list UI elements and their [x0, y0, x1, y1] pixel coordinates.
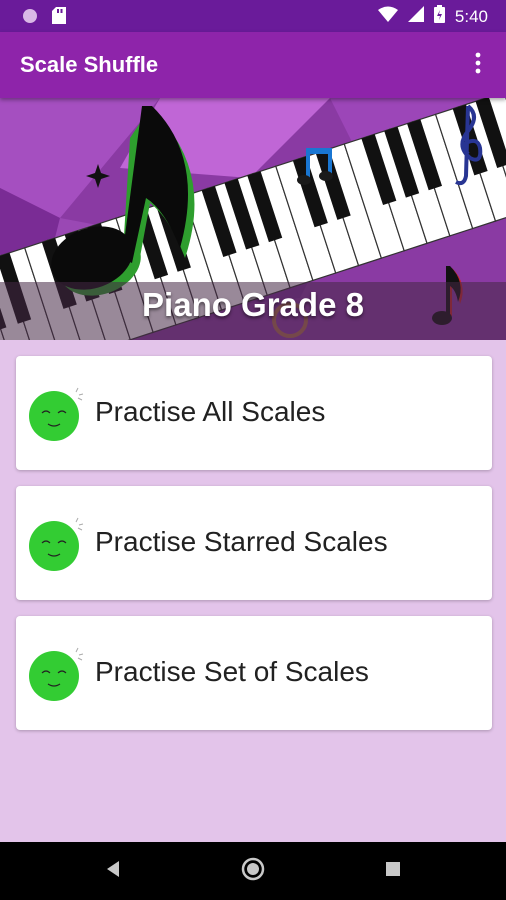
banner-title: Piano Grade 8 [142, 286, 364, 323]
back-button[interactable] [98, 856, 128, 886]
menu-item-label: Practise All Scales [95, 396, 326, 427]
overflow-menu-button[interactable] [460, 46, 496, 84]
status-bar: 5:40 [0, 0, 506, 32]
smiley-face-icon [28, 646, 84, 702]
banner-image: Piano Grade 8 [0, 98, 506, 340]
smiley-face-icon [28, 386, 84, 442]
sd-card-icon [52, 7, 66, 29]
notification-dot-icon [22, 8, 38, 29]
home-icon [241, 857, 265, 886]
menu-item-label: Practise Starred Scales [95, 526, 388, 557]
navigation-bar [0, 842, 506, 900]
status-time: 5:40 [454, 6, 488, 26]
recents-icon [385, 861, 401, 882]
more-vert-icon [475, 52, 481, 79]
app-title: Scale Shuffle [20, 52, 159, 77]
battery-icon [433, 5, 445, 28]
smiley-face-icon [28, 516, 84, 572]
wifi-icon [377, 6, 398, 27]
app-bar: Scale Shuffle [0, 32, 506, 98]
menu-item-label: Practise Set of Scales [95, 656, 369, 687]
recents-button[interactable] [378, 856, 408, 886]
home-button[interactable] [238, 856, 268, 886]
practise-starred-scales-button[interactable]: Practise Starred Scales [16, 486, 492, 600]
cell-signal-icon [407, 6, 424, 27]
back-icon [105, 860, 121, 883]
practise-set-of-scales-button[interactable]: Practise Set of Scales [16, 616, 492, 730]
practise-all-scales-button[interactable]: Practise All Scales [16, 356, 492, 470]
